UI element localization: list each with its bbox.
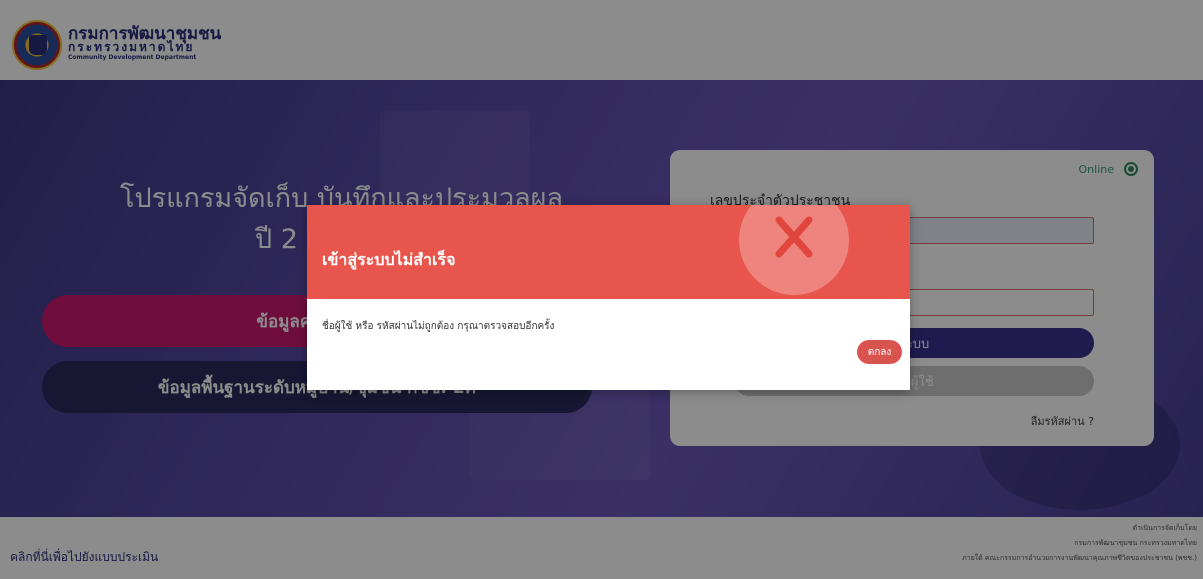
error-icon-background (739, 205, 849, 295)
login-failed-dialog: เข้าสู่ระบบไม่สำเร็จ ชื่อผู้ใช้ หรือ รหั… (307, 205, 910, 390)
dialog-header: เข้าสู่ระบบไม่สำเร็จ (307, 205, 910, 299)
ok-button[interactable]: ตกลง (857, 340, 902, 364)
dialog-message: ชื่อผู้ใช้ หรือ รหัสผ่านไม่ถูกต้อง กรุณา… (322, 321, 555, 332)
close-x-icon (775, 216, 813, 258)
dialog-title: เข้าสู่ระบบไม่สำเร็จ (322, 250, 456, 269)
